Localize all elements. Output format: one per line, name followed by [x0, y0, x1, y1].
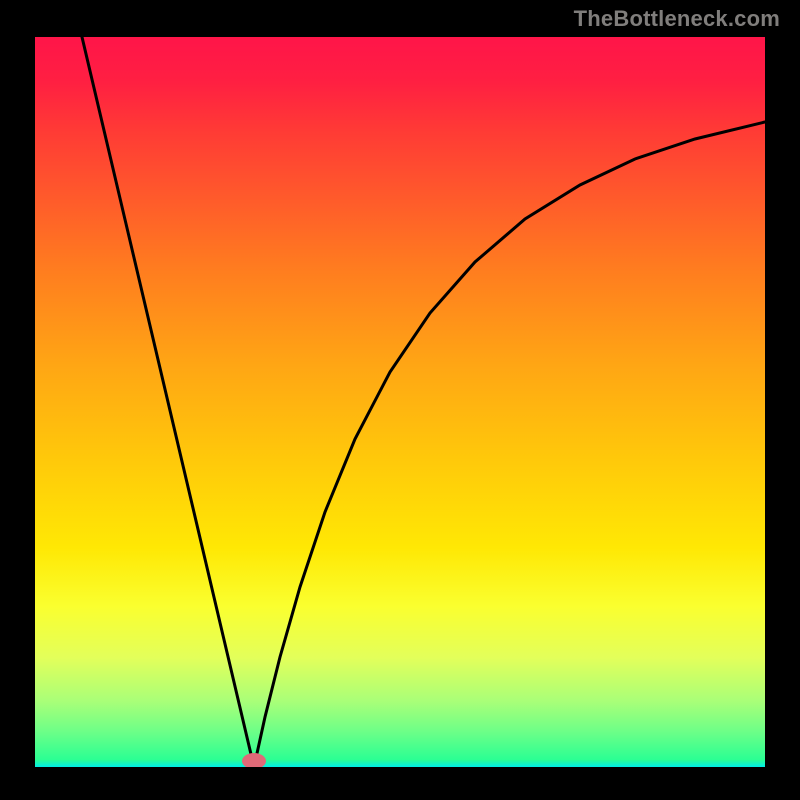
watermark-text: TheBottleneck.com: [574, 6, 780, 32]
optimum-marker: [242, 753, 266, 767]
bottleneck-curve: [82, 37, 765, 767]
chart-svg: [35, 37, 765, 767]
